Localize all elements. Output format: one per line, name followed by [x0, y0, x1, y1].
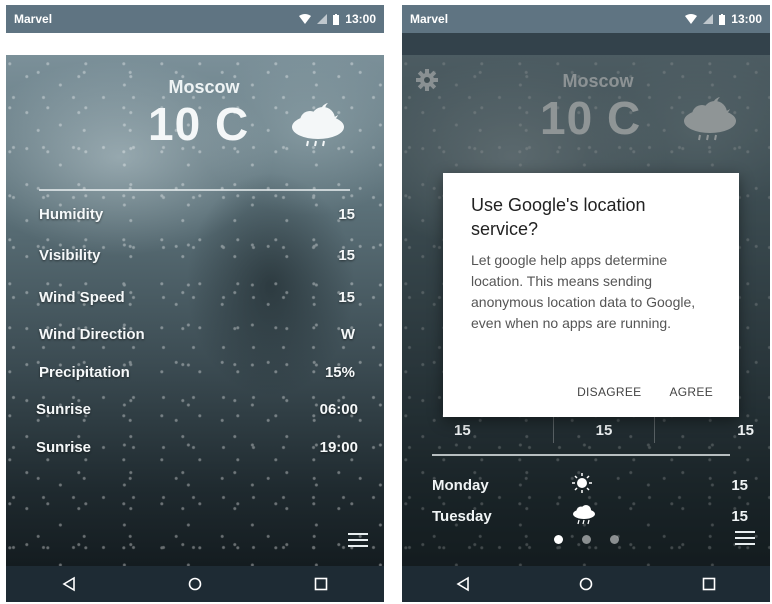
system-nav-bar	[6, 566, 384, 602]
detail-row-precipitation: Precipitation 15%	[39, 364, 355, 381]
wifi-icon	[685, 14, 698, 24]
detail-value: 15	[338, 247, 355, 264]
cloud-moon-rain-icon	[288, 97, 348, 154]
battery-icon	[719, 13, 726, 25]
dialog-body: Let google help apps determine location.…	[471, 252, 696, 331]
status-bar: Marvel 13:00	[6, 5, 384, 33]
detail-row-sunset: Sunrise 19:00	[36, 439, 358, 456]
dialog-actions: DISAGREE AGREE	[577, 385, 713, 399]
detail-value: 15	[338, 206, 355, 223]
weather-screen-main: Marvel 13:00 Moscow 10 C Humidity 15 Vis…	[6, 5, 384, 602]
cloud-rain-icon	[572, 503, 731, 529]
recents-square-icon[interactable]	[313, 576, 329, 592]
detail-row-visibility: Visibility 15	[39, 247, 355, 264]
detail-row-sunrise: Sunrise 06:00	[36, 401, 358, 418]
clock-time: 13:00	[345, 12, 376, 26]
city-name: Moscow	[168, 77, 240, 97]
carrier-label: Marvel	[14, 12, 53, 26]
hamburger-menu-icon[interactable]	[735, 531, 755, 550]
divider-line	[39, 189, 350, 191]
grid-value: 15	[402, 417, 555, 443]
carrier-label: Marvel	[410, 12, 449, 26]
home-circle-icon[interactable]	[578, 576, 594, 592]
detail-row-wind-speed: Wind Speed 15	[39, 289, 355, 306]
back-triangle-icon[interactable]	[61, 576, 77, 592]
forecast-day: Tuesday	[432, 507, 492, 525]
home-circle-icon[interactable]	[187, 576, 203, 592]
detail-label: Humidity	[39, 206, 104, 223]
detail-grid-strip: 15 15 15	[402, 417, 770, 443]
page-dot[interactable]	[609, 535, 619, 544]
detail-label: Wind Direction	[39, 326, 145, 343]
page-dot-active[interactable]	[553, 535, 563, 544]
detail-label: Precipitation	[39, 364, 130, 381]
detail-value: 15%	[324, 364, 355, 381]
detail-value: 15	[338, 289, 355, 306]
disagree-button[interactable]: DISAGREE	[577, 385, 641, 399]
hamburger-menu-icon[interactable]	[348, 533, 368, 552]
forecast-row-monday: Monday 15	[432, 473, 748, 497]
weather-screen-location-dialog: Marvel 13:00 Moscow 10 C 15 15 15 Monday…	[402, 5, 770, 602]
agree-button[interactable]: AGREE	[669, 385, 713, 399]
page-dot[interactable]	[581, 535, 591, 544]
forecast-row-tuesday: Tuesday 15	[432, 503, 748, 529]
recents-square-icon[interactable]	[701, 576, 717, 592]
detail-label: Sunrise	[36, 439, 92, 456]
detail-label: Sunrise	[36, 401, 92, 418]
status-bar: Marvel 13:00	[402, 5, 770, 33]
grid-value: 15	[554, 417, 655, 443]
sun-icon	[572, 473, 731, 497]
current-temperature: 10 C	[148, 98, 250, 150]
forecast-value: 15	[731, 476, 748, 494]
app-bar-strip	[6, 33, 384, 55]
battery-icon	[333, 13, 340, 25]
divider-line	[432, 454, 730, 456]
clock-time: 13:00	[731, 12, 762, 26]
detail-value: 19:00	[319, 439, 358, 456]
detail-row-humidity: Humidity 15	[39, 206, 355, 223]
location-permission-dialog: Use Google's location service? Let googl…	[443, 173, 739, 417]
system-nav-bar	[402, 566, 770, 602]
page-indicator	[402, 535, 770, 544]
dialog-title: Use Google's location service?	[471, 195, 646, 239]
detail-value: W	[340, 326, 355, 343]
wifi-icon	[299, 14, 312, 24]
detail-label: Visibility	[39, 247, 101, 264]
detail-row-wind-direction: Wind Direction W	[39, 326, 355, 343]
signal-icon	[317, 14, 328, 24]
forecast-value: 15	[731, 507, 748, 525]
back-triangle-icon[interactable]	[455, 576, 471, 592]
forecast-day: Monday	[432, 476, 489, 494]
grid-value: 15	[737, 421, 754, 439]
signal-icon	[703, 14, 714, 24]
detail-value: 06:00	[319, 401, 358, 418]
detail-label: Wind Speed	[39, 289, 125, 306]
